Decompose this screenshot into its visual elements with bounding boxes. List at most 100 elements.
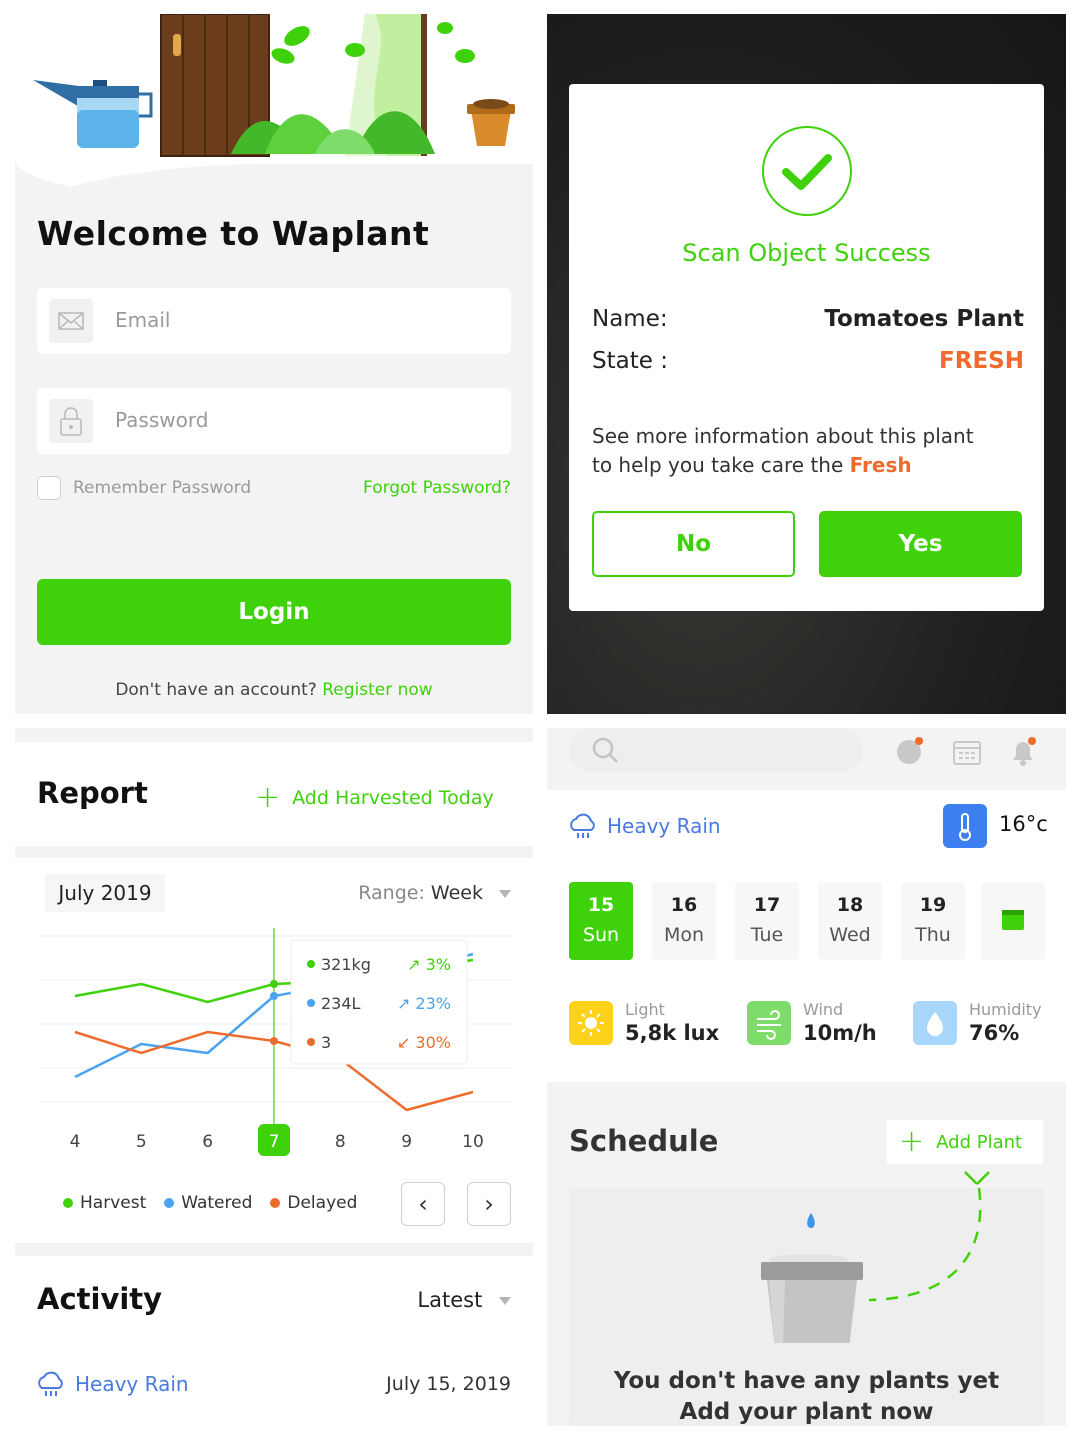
chart-tooltip: 321kg ↗ 3% 234L ↗ 23% 3 ↙ 30% <box>290 939 468 1065</box>
info-highlight: Fresh <box>849 453 912 477</box>
chevron-left-icon: ‹ <box>418 1190 428 1218</box>
tooltip-dot <box>307 1038 315 1046</box>
dashboard-screen: Heavy Rain 16°c 15 Sun 16 Mon 17 Tue 18 Wed … <box>547 728 1066 1426</box>
remember-label: Remember Password <box>73 478 252 498</box>
empty-message-line-1: You don't have any plants yet <box>613 1368 1000 1394</box>
activity-date: July 15, 2019 <box>386 1373 511 1395</box>
month-selector[interactable]: July 2019 <box>45 874 165 912</box>
x-tick-label: 6 <box>202 1132 213 1152</box>
password-placeholder: Password <box>115 408 209 432</box>
day-tab[interactable]: 15 Sun <box>569 882 633 960</box>
legend-harvest: Harvest <box>63 1193 146 1213</box>
tooltip-change: ↗ 3% <box>407 955 451 974</box>
scan-title: Scan Object Success <box>682 239 931 267</box>
info-line-2: to help you take care the Fresh <box>592 453 912 477</box>
tooltip-value: 234L <box>321 994 361 1013</box>
email-field[interactable]: Email <box>37 288 511 354</box>
legend-delayed: Delayed <box>270 1193 357 1213</box>
add-harvested-label: Add Harvested Today <box>292 787 494 809</box>
check-icon <box>762 126 852 216</box>
series-point-delayed <box>270 1037 278 1045</box>
calendar-icon[interactable] <box>951 736 981 766</box>
name-value: Tomatoes Plant <box>824 306 1024 332</box>
x-tick-label: 9 <box>401 1132 412 1152</box>
series-point-watered <box>270 992 278 1000</box>
range-selector[interactable]: Range: Week <box>358 882 511 904</box>
day-tab[interactable]: 19 Thu <box>901 882 965 960</box>
add-plant-label: Add Plant <box>936 1131 1023 1153</box>
login-button[interactable]: Login <box>37 579 511 645</box>
chart-legend: Harvest Watered Delayed <box>63 1193 357 1213</box>
no-button[interactable]: No <box>592 511 795 577</box>
activity-sort[interactable]: Latest <box>417 1288 511 1312</box>
prev-button[interactable]: ‹ <box>401 1182 445 1226</box>
login-screen: Welcome to Waplant Email Password Rememb… <box>15 14 533 714</box>
report-chart-card: July 2019 Range: Week 321kg ↗ 3% 234L ↗ 23%… <box>15 858 533 1243</box>
search-input[interactable] <box>569 728 863 772</box>
add-plant-button[interactable]: + Add Plant <box>887 1120 1043 1164</box>
forgot-password-link[interactable]: Forgot Password? <box>363 478 511 498</box>
day-tab[interactable]: 17 Tue <box>735 882 799 960</box>
password-field[interactable]: Password <box>37 388 511 454</box>
day-tab[interactable]: 16 Mon <box>652 882 716 960</box>
name-label: Name: <box>592 306 668 332</box>
calendar-button[interactable] <box>981 882 1045 960</box>
state-label: State : <box>592 348 668 374</box>
metric-label: Wind <box>803 1000 844 1019</box>
wind-icon <box>747 1000 791 1045</box>
remember-checkbox[interactable] <box>37 476 61 500</box>
email-icon <box>49 299 93 343</box>
yes-button[interactable]: Yes <box>819 511 1022 577</box>
x-tick-label: 7 <box>269 1132 280 1152</box>
day-tab[interactable]: 18 Wed <box>818 882 882 960</box>
metric-value: 5,8k lux <box>625 1021 720 1045</box>
metric-label: Humidity <box>969 1000 1042 1019</box>
rain-cloud-icon <box>38 1371 63 1396</box>
metric-light: Light 5,8k lux <box>569 1000 719 1045</box>
state-value: FRESH <box>939 348 1024 374</box>
metric-label: Light <box>625 1000 665 1019</box>
bell-icon[interactable] <box>1007 736 1037 766</box>
add-harvested-button[interactable]: + Add Harvested Today <box>243 776 509 820</box>
report-title: Report <box>37 776 148 810</box>
drop-icon <box>913 1000 957 1045</box>
metric-value: 10m/h <box>803 1021 877 1045</box>
next-button[interactable]: › <box>467 1182 511 1226</box>
sun-icon <box>569 1000 613 1045</box>
series-point-harvest <box>270 980 278 988</box>
report-header: Report + Add Harvested Today <box>15 742 533 846</box>
rain-cloud-icon <box>570 813 595 838</box>
name-row: Name: Tomatoes Plant <box>592 306 1024 332</box>
remember-password[interactable]: Remember Password <box>37 476 251 500</box>
x-tick-label: 10 <box>462 1132 484 1152</box>
calendar-icon <box>1002 910 1024 930</box>
chat-icon[interactable] <box>895 736 925 766</box>
tooltip-change: ↙ 30% <box>397 1033 451 1052</box>
range-value: Week <box>430 882 483 904</box>
register-prompt: Don't have an account? <box>115 680 317 700</box>
weather-label: Heavy Rain <box>607 814 721 838</box>
metric-humidity: Humidity 76% <box>913 1000 1042 1045</box>
register-link[interactable]: Register now <box>322 680 432 700</box>
x-tick-label: 4 <box>70 1132 81 1152</box>
temperature-value: 16°c <box>999 812 1048 836</box>
activity-title: Activity <box>37 1282 163 1316</box>
dropdown-caret-icon <box>499 889 511 898</box>
search-icon <box>592 737 618 763</box>
activity-sort-label: Latest <box>417 1288 483 1312</box>
tooltip-dot <box>307 960 315 968</box>
register-row: Don't have an account? Register now <box>15 680 533 700</box>
empty-plants-card: You don't have any plants yet Add your p… <box>569 1171 1044 1426</box>
thermometer-icon <box>943 804 987 848</box>
lock-icon <box>49 399 93 443</box>
plant-pot-illustration <box>467 99 515 146</box>
tooltip-value: 3 <box>321 1033 331 1052</box>
days-card: 15 Sun 16 Mon 17 Tue 18 Wed 19 Thu Light 5,8k … <box>547 862 1066 1082</box>
info-line-1: See more information about this plant <box>592 424 974 448</box>
activity-item[interactable]: Heavy Rain <box>35 1370 189 1398</box>
plus-icon: + <box>899 1124 925 1159</box>
email-placeholder: Email <box>115 308 171 332</box>
legend-watered: Watered <box>164 1193 252 1213</box>
watering-can-illustration <box>33 80 153 148</box>
report-line-chart: 321kg ↗ 3% 234L ↗ 23% 3 ↙ 30% 4 5 6 7 8 9 10 <box>41 928 511 1156</box>
